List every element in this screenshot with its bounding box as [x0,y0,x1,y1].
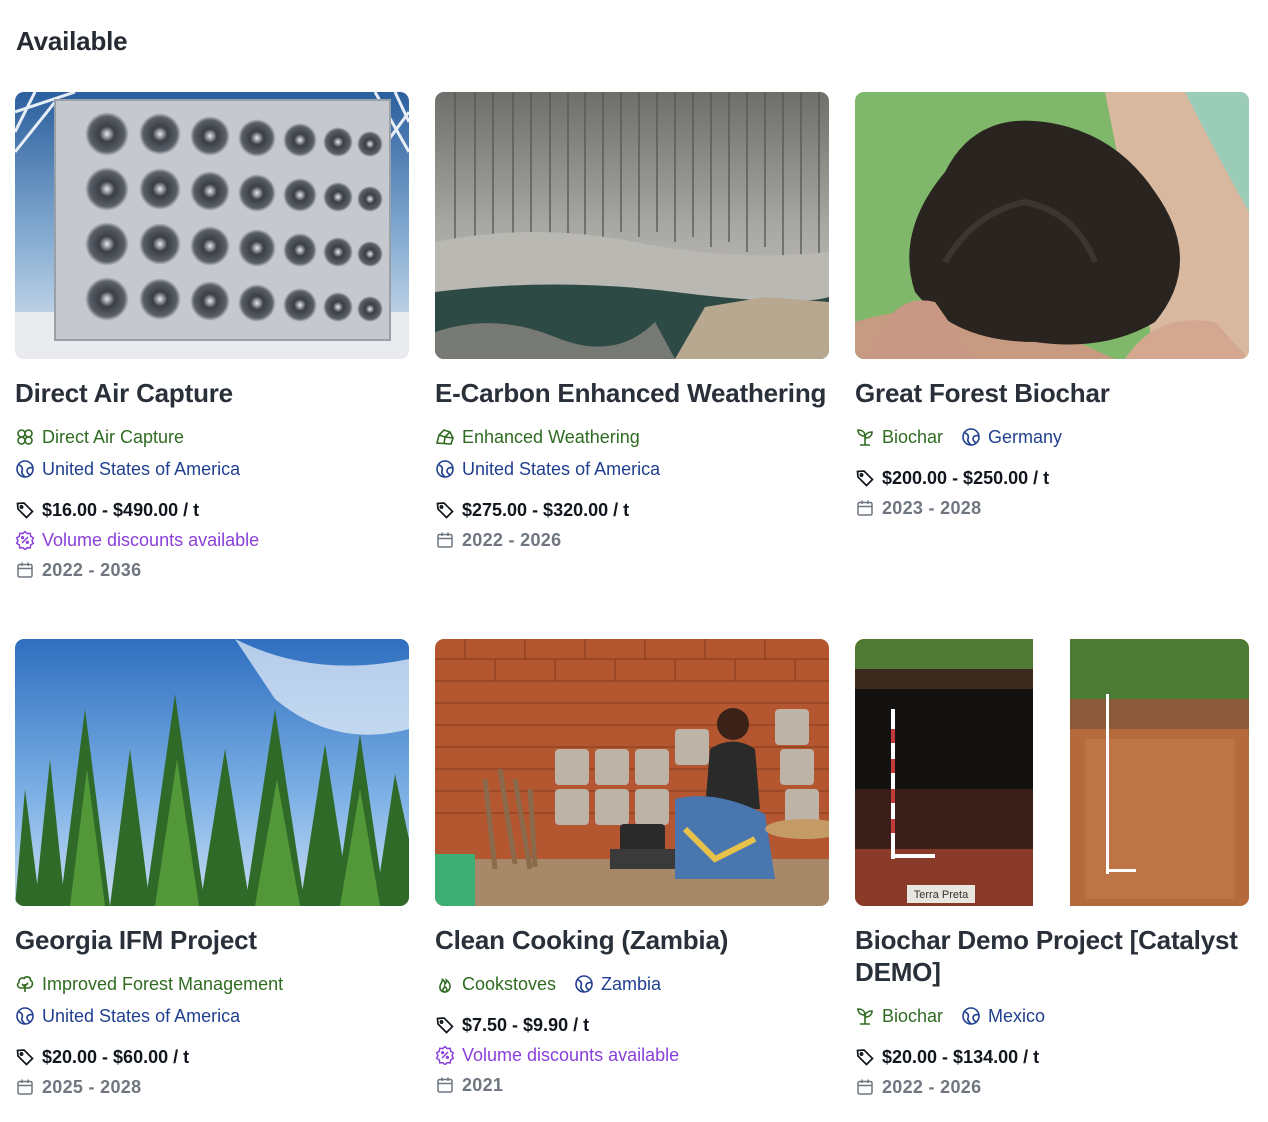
price-tag-icon [436,1017,454,1034]
project-type-tag: Improved Forest Management [15,968,283,1000]
project-price: $7.50 - $9.90 / t [462,1015,590,1035]
volume-discount-label: Volume discounts available [462,1045,680,1065]
project-title[interactable]: Georgia IFM Project [15,924,409,956]
calendar-icon [857,1079,873,1095]
project-type-label: Biochar [882,1006,944,1026]
project-type-label: Direct Air Capture [42,427,185,447]
project-country-tag: United States of America [15,1000,240,1032]
project-type-label: Cookstoves [462,974,557,994]
project-price: $20.00 - $60.00 / t [42,1047,190,1067]
project-title[interactable]: Direct Air Capture [15,377,409,409]
project-price: $20.00 - $134.00 / t [882,1047,1040,1067]
project-years: 2022 - 2026 [462,530,562,550]
project-price: $16.00 - $490.00 / t [42,500,200,520]
project-grid: Direct Air Capture Direct Air Capture Un… [15,92,1249,1109]
project-country-label: United States of America [462,459,661,479]
project-price: $275.00 - $320.00 / t [462,500,630,520]
project-image[interactable] [15,92,409,359]
project-card[interactable]: E-Carbon Enhanced Weathering Enhanced We… [435,92,829,612]
project-type-tag: Enhanced Weathering [435,421,640,453]
project-title[interactable]: Clean Cooking (Zambia) [435,924,829,956]
globe-icon [16,1007,34,1025]
project-image[interactable] [435,639,829,906]
project-country-label: United States of America [42,1006,241,1026]
project-title[interactable]: Great Forest Biochar [855,377,1249,409]
project-type-label: Biochar [882,427,944,447]
flame-icon [439,977,451,993]
calendar-icon [437,532,453,548]
calendar-icon [17,1079,33,1095]
project-years: 2021 [462,1075,504,1095]
price-tag-icon [16,502,34,519]
project-country-tag: United States of America [435,453,660,485]
globe-icon [16,460,34,478]
project-card[interactable]: Direct Air Capture Direct Air Capture Un… [15,92,409,612]
price-tag-icon [436,502,454,519]
clover-icon [17,429,33,445]
globe-icon [436,460,454,478]
price-tag-icon [16,1049,34,1066]
project-country-tag: Germany [961,421,1062,453]
project-image[interactable] [855,92,1249,359]
volume-discount-label: Volume discounts available [42,530,260,550]
project-title[interactable]: E-Carbon Enhanced Weathering [435,377,829,409]
price-tag-icon [856,470,874,487]
project-country-tag: Zambia [574,968,661,1000]
project-title[interactable]: Biochar Demo Project [Catalyst DEMO] [855,924,1249,988]
project-image[interactable]: Terra Preta [855,639,1249,906]
project-type-tag: Direct Air Capture [15,421,184,453]
project-card[interactable]: Georgia IFM Project Improved Forest Mana… [15,639,409,1109]
calendar-icon [17,562,33,578]
project-image[interactable] [15,639,409,906]
calendar-icon [437,1077,453,1093]
globe-icon [575,975,593,993]
project-card[interactable]: Clean Cooking (Zambia) Cookstoves Zambia… [435,639,829,1109]
project-type-label: Improved Forest Management [42,974,284,994]
project-years: 2023 - 2028 [882,498,982,518]
calendar-icon [857,500,873,516]
discount-badge-icon [435,1045,455,1065]
page-title: Available [16,26,128,56]
sprout-icon [857,429,873,446]
project-country-label: Germany [988,427,1063,447]
project-type-label: Enhanced Weathering [462,427,640,447]
project-type-tag: Biochar [855,1000,943,1032]
tree-icon [16,976,34,992]
project-image[interactable] [435,92,829,359]
project-years: 2022 - 2036 [42,560,142,580]
image-caption: Terra Preta [914,889,969,901]
project-years: 2022 - 2026 [882,1077,982,1097]
price-tag-icon [856,1049,874,1066]
project-country-label: Zambia [601,974,662,994]
project-years: 2025 - 2028 [42,1077,142,1097]
project-price: $200.00 - $250.00 / t [882,468,1050,488]
project-country-label: United States of America [42,459,241,479]
globe-icon [962,1007,980,1025]
discount-badge-icon [15,530,35,550]
project-country-label: Mexico [988,1006,1046,1026]
project-card[interactable]: Great Forest Biochar Biochar Germany $20… [855,92,1249,612]
rock-icon [435,429,454,445]
project-country-tag: Mexico [961,1000,1045,1032]
sprout-icon [857,1008,873,1025]
project-card[interactable]: Terra Preta Biochar Demo Project [Cataly… [855,639,1249,1109]
project-country-tag: United States of America [15,453,240,485]
globe-icon [962,428,980,446]
project-type-tag: Biochar [855,421,943,453]
project-type-tag: Cookstoves [435,968,556,1000]
